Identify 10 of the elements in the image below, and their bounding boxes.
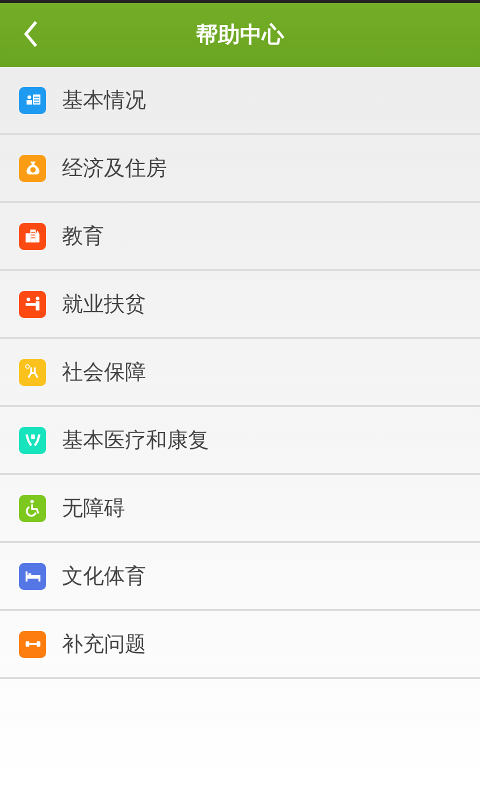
menu-item[interactable]: 社会保障	[0, 339, 480, 407]
menu-item[interactable]: 基本医疗和康复	[0, 407, 480, 475]
menu-item[interactable]: 补充问题	[0, 611, 480, 679]
page-title: 帮助中心	[196, 22, 284, 50]
menu-item[interactable]: 经济及住房	[0, 135, 480, 203]
menu-item[interactable]: 文化体育	[0, 543, 480, 611]
menu-item[interactable]: 教育	[0, 203, 480, 271]
menu-item[interactable]: 无障碍	[0, 475, 480, 543]
menu-item[interactable]: 基本情况	[0, 67, 480, 135]
menu-item[interactable]: 就业扶贫	[0, 271, 480, 339]
